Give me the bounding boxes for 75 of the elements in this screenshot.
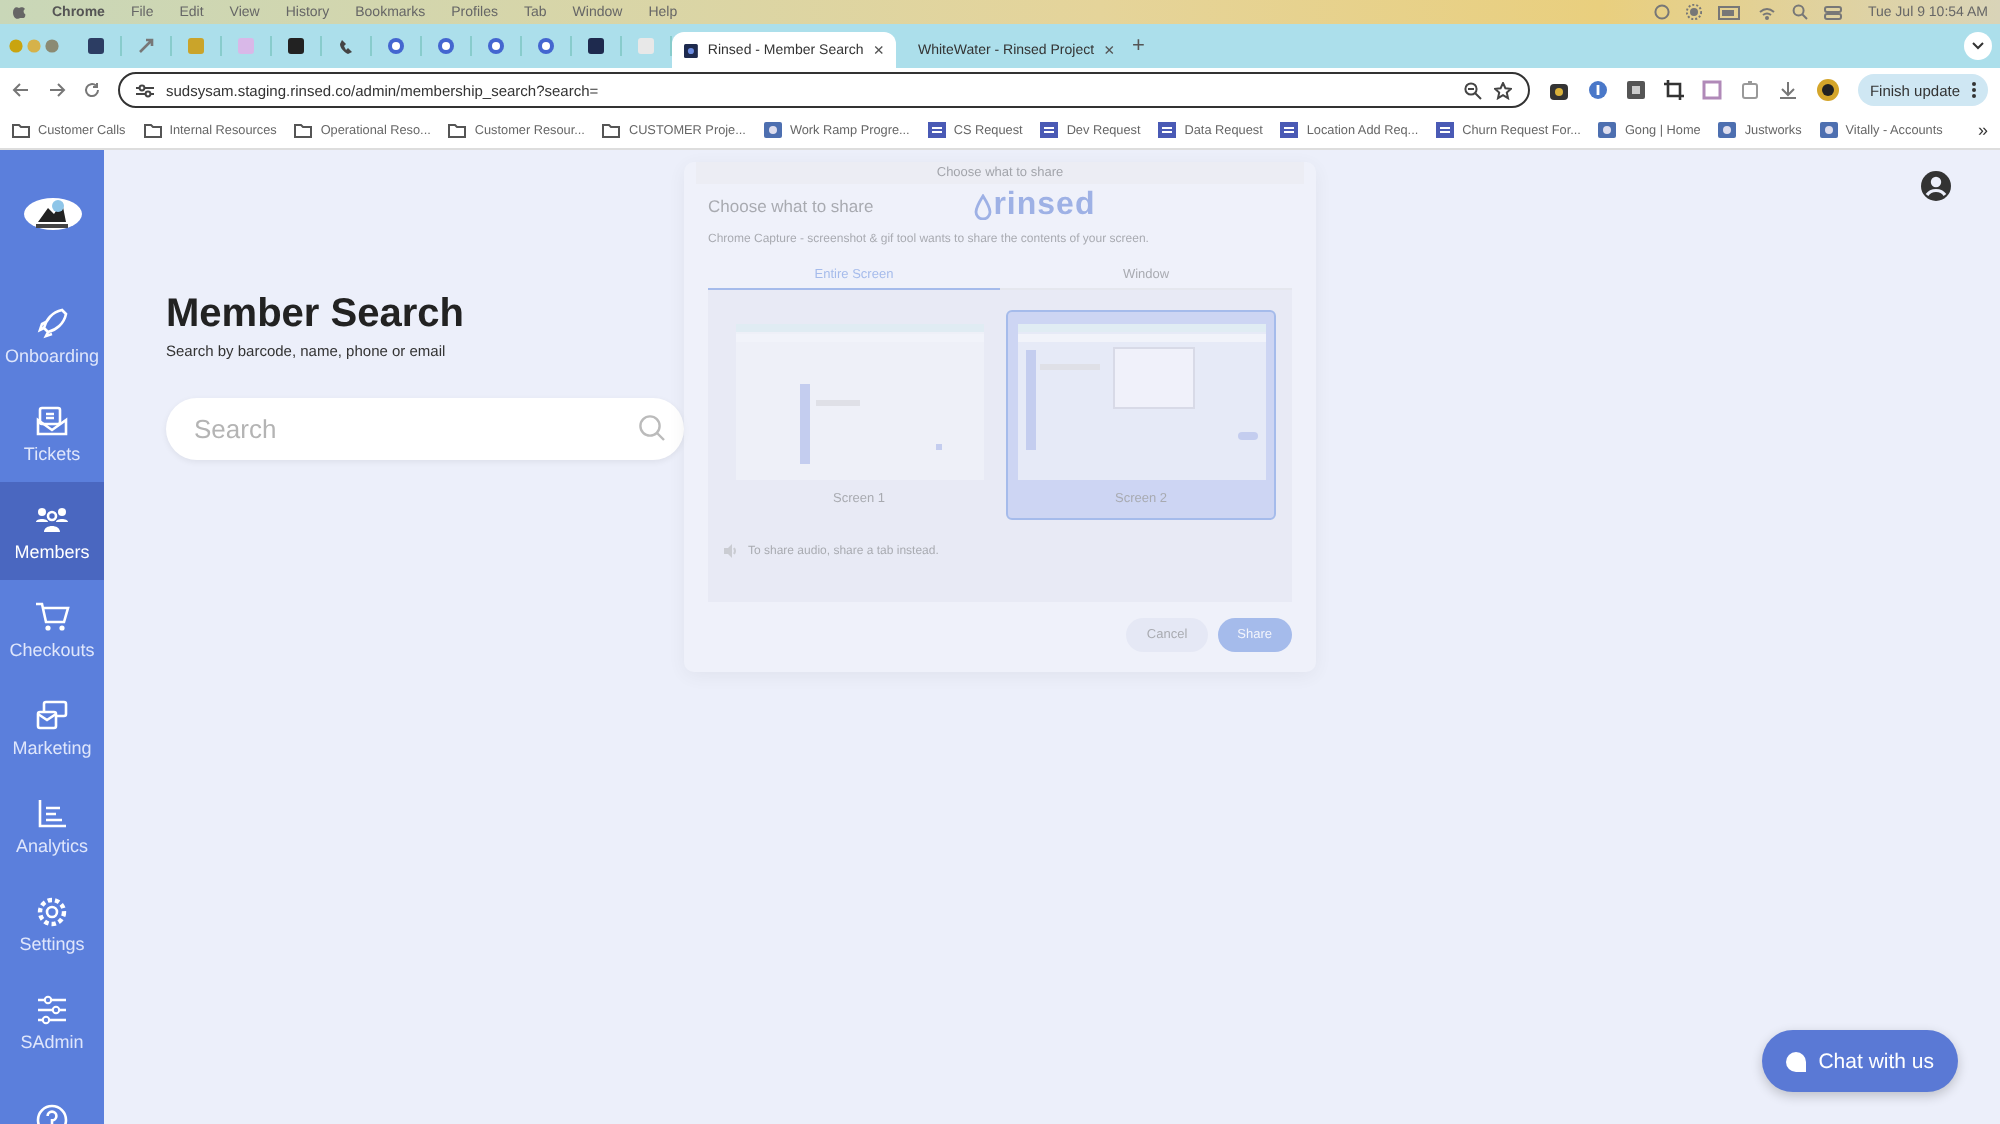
pinned-tab-icon[interactable] [336,36,356,56]
folder-icon [143,122,162,138]
crop-icon[interactable] [1663,80,1684,100]
settings-icon [34,893,70,927]
forward-icon[interactable] [48,82,66,98]
logo-drawing [34,198,70,230]
sliders-icon [34,991,70,1025]
form-icon [1040,122,1059,138]
zoom-icon[interactable] [1463,81,1482,99]
extension-icon[interactable] [1547,79,1570,101]
sidebar-item[interactable]: SAdmin [0,972,104,1070]
cart-icon [34,599,70,633]
pinned-tab-icon[interactable] [386,36,406,56]
site-icon [1598,122,1617,138]
site-icon [1819,122,1838,138]
envelope-icon [34,403,70,437]
pinned-tab-icon[interactable] [436,36,456,56]
sidebar-item[interactable]: Onboarding [0,286,104,384]
chat-bubble-icon [1784,1049,1809,1073]
form-icon [1158,122,1177,138]
profile-avatar-icon[interactable] [1815,78,1840,102]
search-icon[interactable] [1791,4,1808,20]
list-chart-icon [34,795,70,829]
star-icon[interactable] [1493,81,1512,99]
pinned-tab-icon[interactable] [486,36,506,56]
site-icon [763,122,782,138]
folder-icon [602,122,621,138]
folder-icon [448,122,467,138]
sidebar-item[interactable]: Marketing [0,678,104,776]
new-tab-button[interactable]: + [1132,34,1145,58]
folder-icon [12,122,30,138]
sidebar-item[interactable]: Settings [0,874,104,972]
form-icon [1280,122,1299,138]
sidebar-item[interactable]: Checkouts [0,580,104,678]
tab-search-button[interactable] [1964,32,1992,60]
pinned-tab-icon[interactable] [286,36,306,56]
chat-button[interactable]: Chat with us [1762,1030,1958,1092]
switch-icon[interactable] [1823,5,1842,19]
reload-icon[interactable] [84,82,100,98]
chevron-down-icon [1972,42,1984,50]
rinsed-logo: rinsed [973,188,1096,224]
sidebar-item[interactable]: Members [0,482,104,580]
folder-icon [294,122,313,138]
password-icon[interactable] [1587,80,1608,100]
extension-icon[interactable] [1625,80,1646,100]
site-icon [1718,122,1737,138]
battery-icon[interactable] [1717,5,1742,19]
sidebar-item[interactable]: Tickets [0,384,104,482]
droplet-icon [973,193,992,219]
search-icon [638,414,666,442]
page-title: Member Search [166,292,466,338]
account-icon[interactable] [1920,170,1952,202]
pinned-tab-icon[interactable] [86,36,106,56]
form-icon [927,122,946,138]
sidebar-item[interactable]: Analytics [0,776,104,874]
form-icon [1436,122,1455,138]
more-bookmarks-button[interactable]: » [1977,120,1988,140]
close-tab-button[interactable]: × [1104,40,1115,60]
pinned-tab-icon[interactable] [586,36,606,56]
close-tab-button[interactable]: × [873,40,884,60]
pinned-tab-icon[interactable] [536,36,556,56]
speaker-icon [724,544,738,558]
mail-icon [34,697,70,731]
wifi-icon[interactable] [1757,5,1776,19]
dialog-heading: Choose what to share [708,196,874,216]
site-settings-icon[interactable] [136,83,154,97]
brightness-icon[interactable] [1685,4,1702,20]
window-controls-icon [8,38,60,54]
back-icon[interactable] [12,82,30,98]
rocket-icon [34,305,70,339]
control-icon[interactable] [1653,4,1670,20]
site-favicon-icon [684,41,698,59]
search-field[interactable]: Search [166,398,684,460]
download-icon[interactable] [1777,80,1798,100]
apple-icon [12,4,26,20]
